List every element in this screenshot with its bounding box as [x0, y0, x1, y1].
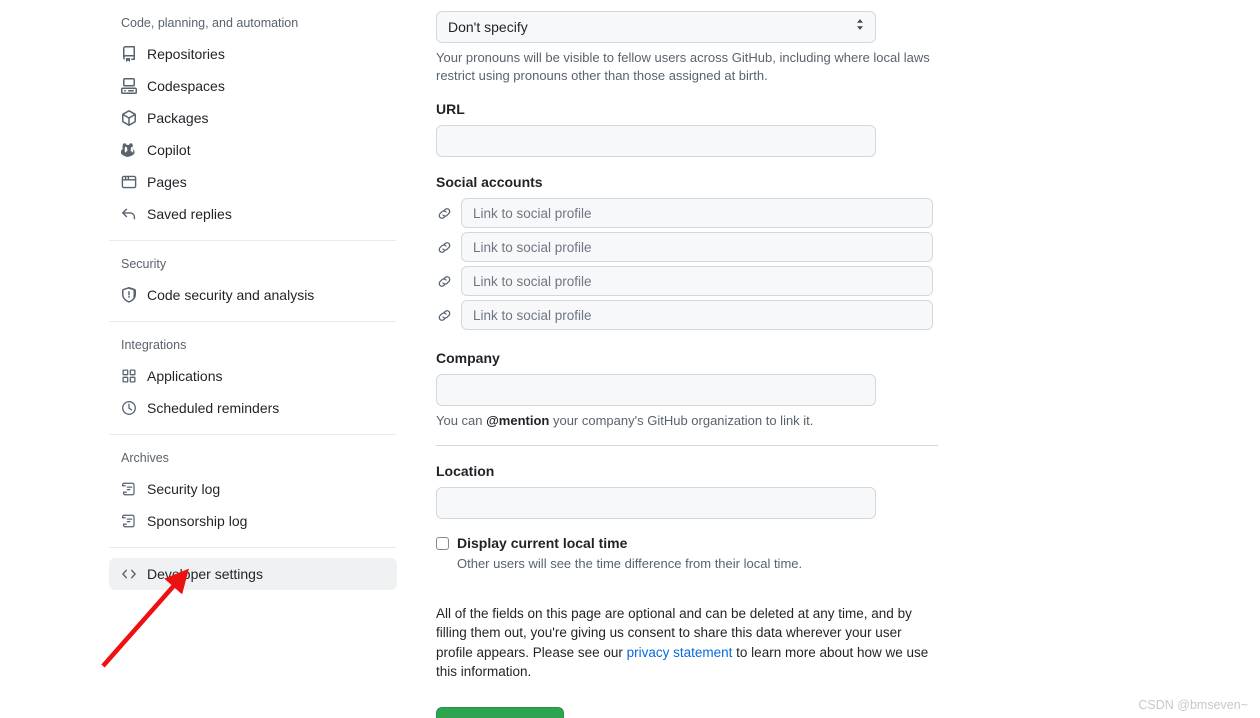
sidebar-item-applications[interactable]: Applications [109, 360, 397, 392]
pronouns-field: Don't specify Your pronouns will be visi… [436, 0, 938, 85]
social-row [436, 198, 938, 228]
sidebar-item-label: Developer settings [147, 567, 263, 581]
log-scroll-icon [121, 513, 137, 529]
sidebar-item-copilot[interactable]: Copilot [109, 134, 397, 166]
link-icon [436, 273, 452, 289]
url-input[interactable] [436, 125, 876, 157]
package-icon [121, 110, 137, 126]
sidebar-group-security: Security Code security and analysis [109, 241, 397, 322]
display-local-time-checkbox[interactable] [436, 537, 449, 550]
sidebar-item-saved-replies[interactable]: Saved replies [109, 198, 397, 230]
sidebar-item-security-log[interactable]: Security log [109, 473, 397, 505]
sidebar-group-title: Code, planning, and automation [109, 0, 397, 38]
social-input[interactable] [461, 198, 933, 228]
location-label: Location [436, 461, 938, 481]
company-input[interactable] [436, 374, 876, 406]
sidebar-group-archives: Archives Security log Sponsorship log [109, 435, 397, 548]
sidebar-item-label: Copilot [147, 143, 191, 157]
sidebar-item-label: Pages [147, 175, 187, 189]
sidebar-group-title: Integrations [109, 322, 397, 360]
settings-sidebar: Code, planning, and automation Repositor… [109, 0, 397, 590]
sidebar-item-scheduled-reminders[interactable]: Scheduled reminders [109, 392, 397, 424]
link-icon [436, 239, 452, 255]
sidebar-item-pages[interactable]: Pages [109, 166, 397, 198]
location-field: Location [436, 446, 938, 519]
consent-text: All of the fields on this page are optio… [436, 604, 934, 682]
sidebar-item-code-security[interactable]: Code security and analysis [109, 279, 397, 311]
clock-icon [121, 400, 137, 416]
sidebar-item-label: Packages [147, 111, 208, 125]
watermark: CSDN @bmseven~ [1138, 698, 1248, 712]
pronouns-hint: Your pronouns will be visible to fellow … [436, 49, 938, 85]
social-row [436, 232, 938, 262]
sidebar-item-codespaces[interactable]: Codespaces [109, 70, 397, 102]
company-field: Company You can @mention your company's … [436, 334, 938, 430]
sidebar-item-label: Security log [147, 482, 220, 496]
sidebar-item-label: Sponsorship log [147, 514, 247, 528]
codespaces-icon [121, 78, 137, 94]
page-root: Code, planning, and automation Repositor… [0, 0, 1260, 718]
link-icon [436, 307, 452, 323]
privacy-statement-link[interactable]: privacy statement [627, 645, 733, 660]
company-hint-mention: @mention [486, 413, 549, 428]
sidebar-item-sponsorship-log[interactable]: Sponsorship log [109, 505, 397, 537]
pages-icon [121, 174, 137, 190]
social-input[interactable] [461, 232, 933, 262]
sidebar-group-code: Code, planning, and automation Repositor… [109, 0, 397, 241]
sidebar-item-packages[interactable]: Packages [109, 102, 397, 134]
company-label: Company [436, 348, 938, 368]
pronouns-select[interactable]: Don't specify [436, 11, 876, 43]
location-input[interactable] [436, 487, 876, 519]
sidebar-item-developer-settings[interactable]: Developer settings [109, 558, 397, 590]
copilot-icon [121, 142, 137, 158]
social-input[interactable] [461, 266, 933, 296]
sidebar-group-title: Security [109, 241, 397, 279]
sidebar-item-label: Codespaces [147, 79, 225, 93]
social-input[interactable] [461, 300, 933, 330]
url-field: URL [436, 85, 938, 157]
reply-icon [121, 206, 137, 222]
profile-form: Don't specify Your pronouns will be visi… [436, 0, 938, 718]
display-local-time-hint: Other users will see the time difference… [457, 555, 938, 573]
display-local-time-label[interactable]: Display current local time [457, 533, 627, 553]
repo-icon [121, 46, 137, 62]
sidebar-item-label: Applications [147, 369, 223, 383]
sidebar-item-repositories[interactable]: Repositories [109, 38, 397, 70]
sidebar-group-title: Archives [109, 435, 397, 473]
social-accounts-label: Social accounts [436, 172, 938, 192]
social-row [436, 266, 938, 296]
social-accounts-section: Social accounts [436, 157, 938, 330]
update-profile-button[interactable]: Update profile [436, 707, 564, 718]
company-hint-prefix: You can [436, 413, 486, 428]
code-brackets-icon [121, 566, 137, 582]
sidebar-item-label: Repositories [147, 47, 225, 61]
url-label: URL [436, 99, 938, 119]
sidebar-item-label: Code security and analysis [147, 288, 314, 302]
link-icon [436, 205, 452, 221]
log-scroll-icon [121, 481, 137, 497]
sidebar-item-label: Scheduled reminders [147, 401, 279, 415]
local-time-field: Display current local time Other users w… [436, 519, 938, 573]
shield-icon [121, 287, 137, 303]
apps-grid-icon [121, 368, 137, 384]
sidebar-item-label: Saved replies [147, 207, 232, 221]
company-hint-suffix: your company's GitHub organization to li… [549, 413, 813, 428]
company-hint: You can @mention your company's GitHub o… [436, 412, 938, 430]
sidebar-group-integrations: Integrations Applications Scheduled remi… [109, 322, 397, 435]
social-row [436, 300, 938, 330]
